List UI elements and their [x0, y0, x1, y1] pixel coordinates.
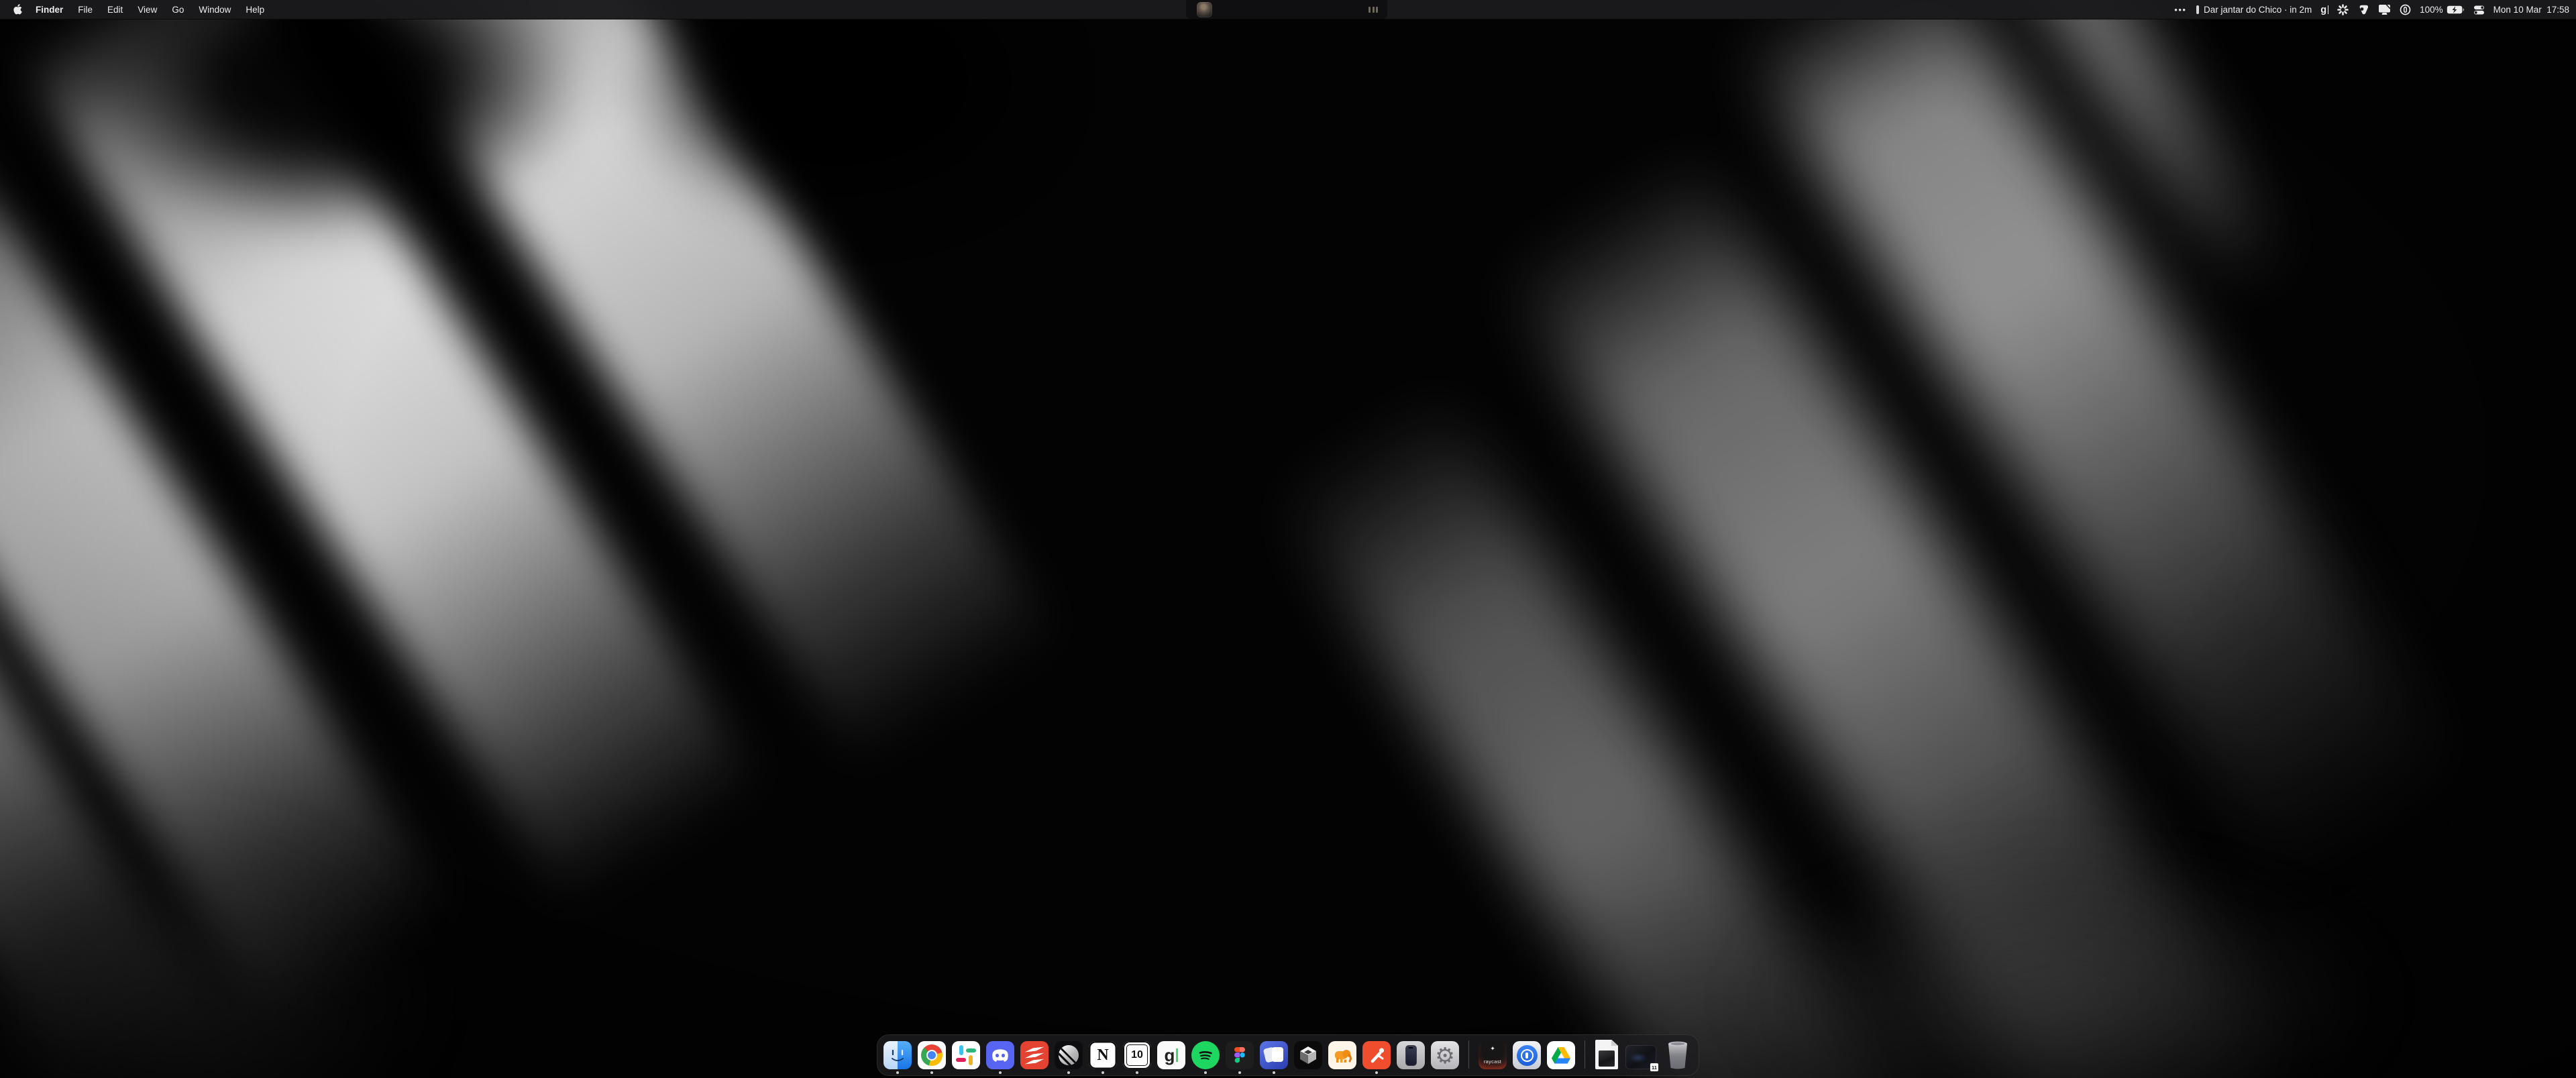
- display-mirroring-icon[interactable]: [2378, 4, 2391, 15]
- running-indicator: [1204, 1071, 1207, 1074]
- menu-file[interactable]: File: [71, 0, 99, 19]
- iphone-icon: [1397, 1041, 1425, 1069]
- hidden-items-ellipsis-icon[interactable]: •••: [2173, 5, 2188, 15]
- running-indicator: [1136, 1071, 1138, 1074]
- dock-notion[interactable]: N: [1089, 1041, 1117, 1069]
- gear-icon: ⚙: [1431, 1041, 1459, 1069]
- cube-3d-icon: [1294, 1041, 1322, 1069]
- slack-icon: [952, 1041, 980, 1069]
- dock-iphone-mirroring[interactable]: [1397, 1041, 1425, 1069]
- running-indicator: [896, 1071, 899, 1074]
- dock-figma[interactable]: [1226, 1041, 1254, 1069]
- menubar-clock[interactable]: Mon 10 Mar 17:58: [2493, 5, 2569, 15]
- control-center-icon[interactable]: [2473, 5, 2485, 15]
- chrome-icon: [918, 1041, 946, 1069]
- spotify-icon: [1191, 1041, 1220, 1069]
- screen-windows-icon: [1260, 1041, 1288, 1069]
- wallpaper-vignette: [0, 0, 2576, 1078]
- dock-todoist[interactable]: [1020, 1041, 1049, 1069]
- battery-status[interactable]: 100%: [2420, 5, 2465, 15]
- notion-calendar-icon: 10: [1123, 1041, 1151, 1069]
- figma-icon: [1226, 1041, 1254, 1069]
- dock-cube-app[interactable]: [1294, 1041, 1322, 1069]
- running-indicator: [1102, 1071, 1104, 1074]
- starburst-icon[interactable]: [2337, 4, 2349, 15]
- grip-dots-icon[interactable]: [1368, 7, 1378, 13]
- menu-help[interactable]: Help: [239, 0, 271, 19]
- dock-divider: [1468, 1040, 1469, 1069]
- dock-spotify[interactable]: [1191, 1041, 1220, 1069]
- linear-sphere-icon: [1055, 1041, 1083, 1069]
- document-icon: [1595, 1040, 1618, 1069]
- dock-orange-figure-app[interactable]: [1362, 1041, 1391, 1069]
- 1password-keyhole-icon: [1513, 1041, 1541, 1069]
- running-indicator: [1238, 1071, 1241, 1074]
- battery-charging-icon: [2447, 5, 2465, 14]
- dock-screen-studio[interactable]: [1260, 1041, 1288, 1069]
- dock-linear[interactable]: [1055, 1041, 1083, 1069]
- mammoth-icon: [1328, 1041, 1356, 1069]
- event-color-bar: [2196, 5, 2199, 14]
- finder-icon: [883, 1041, 912, 1069]
- active-app-name[interactable]: Finder: [29, 0, 70, 19]
- notion-icon: N: [1089, 1041, 1117, 1069]
- menu-view[interactable]: View: [131, 0, 164, 19]
- pick-shape-icon[interactable]: [2357, 4, 2369, 15]
- dock-screenshot-stack[interactable]: 11: [1625, 1045, 1657, 1069]
- discord-icon: [986, 1041, 1014, 1069]
- dock-raycast[interactable]: ✦ raycast: [1479, 1041, 1507, 1069]
- dock-1password[interactable]: [1513, 1041, 1541, 1069]
- dock-notion-calendar[interactable]: 10: [1123, 1041, 1151, 1069]
- running-indicator: [999, 1071, 1002, 1074]
- screenshot-thumbnail-icon: 11: [1625, 1045, 1656, 1069]
- granola-menubar-icon[interactable]: g: [2320, 5, 2328, 15]
- dock-discord[interactable]: [986, 1041, 1014, 1069]
- running-indicator: [1067, 1071, 1070, 1074]
- menu-bar: Finder File Edit View Go Window Help •••…: [0, 0, 2576, 19]
- avatar[interactable]: [1197, 2, 1212, 17]
- dock-ivory[interactable]: [1328, 1041, 1356, 1069]
- menubar-center-widget: [1186, 0, 1387, 19]
- todoist-icon: [1020, 1041, 1049, 1069]
- raycast-icon: ✦ raycast: [1479, 1041, 1507, 1069]
- dock-finder[interactable]: [883, 1041, 912, 1069]
- running-indicator: [1273, 1071, 1275, 1074]
- stack-badge: 11: [1650, 1063, 1659, 1072]
- dock-chrome[interactable]: [918, 1041, 946, 1069]
- dock-slack[interactable]: [952, 1041, 980, 1069]
- dock: N 10 g: [877, 1034, 1699, 1076]
- running-indicator: [930, 1071, 933, 1074]
- event-text: Dar jantar do Chico · in 2m: [2204, 5, 2312, 15]
- dock-system-settings[interactable]: ⚙: [1431, 1041, 1459, 1069]
- dock-google-drive[interactable]: [1547, 1041, 1575, 1069]
- menu-go[interactable]: Go: [165, 0, 191, 19]
- running-indicator: [1375, 1071, 1378, 1074]
- dock-document-file[interactable]: [1595, 1040, 1619, 1069]
- menu-window[interactable]: Window: [192, 0, 237, 19]
- trash-icon: [1665, 1040, 1690, 1069]
- drive-triangle-icon: [1547, 1041, 1575, 1069]
- flying-figure-icon: [1362, 1041, 1391, 1069]
- 1password-menubar-icon[interactable]: [2400, 4, 2411, 15]
- granola-icon: g: [1157, 1041, 1185, 1069]
- menu-edit[interactable]: Edit: [101, 0, 129, 19]
- calendar-event-item[interactable]: Dar jantar do Chico · in 2m: [2196, 5, 2312, 15]
- battery-percent: 100%: [2420, 5, 2443, 15]
- desktop-wallpaper: [0, 0, 2576, 1078]
- apple-menu-icon[interactable]: [11, 4, 28, 15]
- dock-trash[interactable]: [1663, 1040, 1693, 1069]
- dock-granola[interactable]: g: [1157, 1041, 1185, 1069]
